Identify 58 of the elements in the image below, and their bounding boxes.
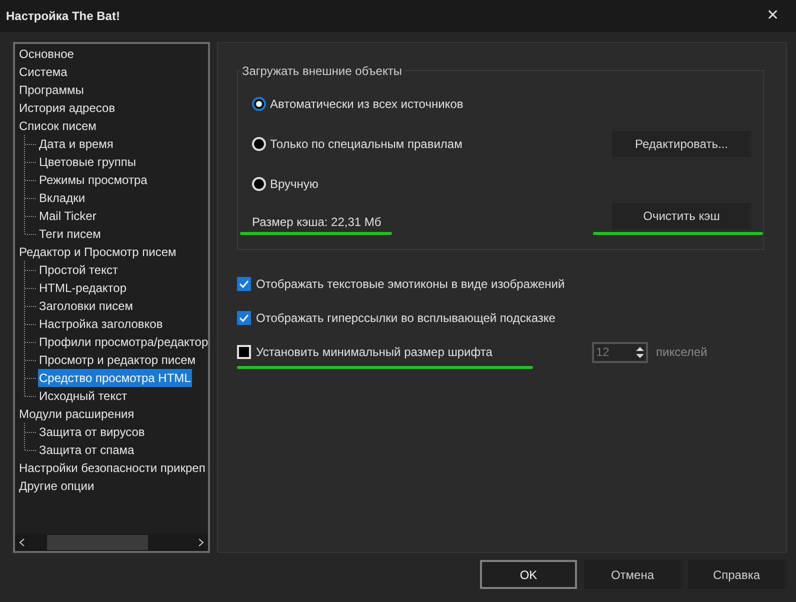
tree-item[interactable]: HTML-редактор	[38, 279, 128, 297]
dialog-button[interactable]: Справка	[688, 560, 785, 589]
tree-connector-icon	[24, 153, 36, 171]
tree-connector-icon	[24, 333, 36, 351]
checkbox-label: Отображать гиперссылки во всплывающей подсказке	[256, 310, 556, 327]
tree-item[interactable]: Настройка заголовков	[38, 315, 164, 333]
tree-item[interactable]: Режимы просмотра	[38, 171, 148, 189]
tree-item[interactable]: Цветовые группы	[38, 153, 137, 171]
cache-size-label: Размер кэша: 22,31 Мб	[251, 214, 382, 229]
checkbox[interactable]	[237, 277, 251, 291]
tree-connector-icon	[24, 189, 36, 207]
tree-item[interactable]: Другие опции	[18, 477, 96, 495]
radio-label: Автоматически из всех источников	[270, 96, 464, 113]
tree-item[interactable]: Модули расширения	[18, 405, 136, 423]
tree-connector-icon	[24, 261, 36, 279]
check-icon	[239, 313, 249, 323]
tree-item[interactable]: Средство просмотра HTML	[38, 369, 192, 387]
edit-button[interactable]: Редактировать...	[612, 131, 751, 157]
dialog-button[interactable]: Отмена	[584, 560, 681, 589]
dialog-button[interactable]: OK	[480, 560, 577, 589]
tree-item[interactable]: Вкладки	[38, 189, 86, 207]
tree-item[interactable]: Дата и время	[38, 135, 114, 153]
tree-item[interactable]: Заголовки писем	[38, 297, 134, 315]
window-title: Настройка The Bat!	[5, 8, 120, 25]
tree-item[interactable]: Защита от вирусов	[38, 423, 146, 441]
tree-item[interactable]: Программы	[18, 81, 85, 99]
tree-connector-icon	[24, 135, 36, 153]
tree-item[interactable]: Настройки безопасности прикреп	[18, 459, 206, 477]
checkbox[interactable]	[237, 311, 251, 325]
checkbox-label: Установить минимальный размер шрифта	[256, 344, 494, 361]
tree-item[interactable]: Просмотр и редактор писем	[38, 351, 196, 369]
checkbox-label: Отображать текстовые эмотиконы в виде изображений	[256, 276, 566, 293]
horizontal-scrollbar[interactable]	[15, 534, 208, 551]
tree-item[interactable]: История адресов	[18, 99, 116, 117]
radio-button[interactable]	[252, 97, 266, 111]
tree-item[interactable]: Редактор и Просмотр писем	[18, 243, 178, 261]
close-button[interactable]: ✕	[750, 0, 796, 32]
tree-connector-icon	[24, 297, 36, 315]
tree-item[interactable]: Профили просмотра/редактор	[38, 333, 208, 351]
tree-item[interactable]: Список писем	[18, 117, 98, 135]
tree-connector-icon	[24, 171, 36, 189]
checkbox[interactable]	[237, 345, 251, 359]
tree-item[interactable]: Простой текст	[38, 261, 119, 279]
tree-connector-icon	[24, 279, 36, 297]
scroll-thumb[interactable]	[47, 535, 148, 550]
clear-cache-button[interactable]: Очистить кэш	[612, 203, 751, 229]
tree-item[interactable]: Исходный текст	[38, 387, 128, 405]
check-icon	[239, 279, 249, 289]
tree-connector-icon	[24, 315, 36, 333]
tree-item[interactable]: Защита от спама	[38, 441, 136, 459]
radio-label: Только по специальным правилам	[270, 136, 462, 153]
tree-item[interactable]: Теги писем	[38, 225, 102, 243]
unit-label: пикселей	[656, 344, 708, 361]
tree-item[interactable]: Система	[18, 63, 68, 81]
tree-item[interactable]: Основное	[18, 45, 75, 63]
radio-label: Вручную	[270, 176, 318, 193]
tree-item[interactable]: Mail Ticker	[38, 207, 98, 225]
tree-connector-icon	[24, 351, 36, 369]
